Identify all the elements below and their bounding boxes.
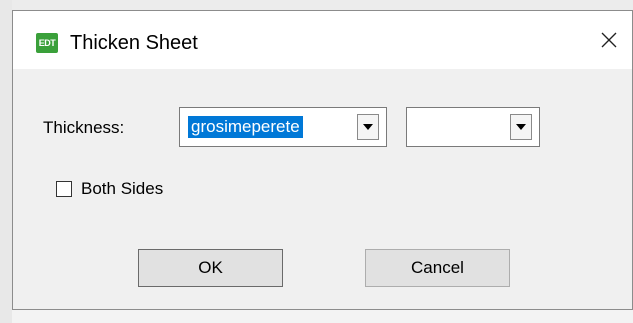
ok-button[interactable]: OK — [138, 249, 283, 287]
chevron-down-icon — [516, 124, 526, 130]
thickness-value[interactable]: grosimeperete — [188, 116, 303, 138]
close-button[interactable] — [586, 11, 632, 69]
dialog-title: Thicken Sheet — [70, 32, 198, 54]
thickness-combobox[interactable]: grosimeperete — [179, 107, 387, 147]
thicken-sheet-dialog: EDT Thicken Sheet Thickness: grosimepere… — [12, 10, 633, 310]
thickness-dropdown-button[interactable] — [357, 114, 379, 140]
both-sides-checkbox[interactable] — [56, 181, 72, 197]
close-icon — [601, 32, 617, 48]
title-bar[interactable]: EDT Thicken Sheet — [13, 11, 632, 69]
background-strip-left — [0, 0, 12, 323]
background-strip-top — [0, 0, 633, 10]
both-sides-label[interactable]: Both Sides — [81, 179, 163, 199]
chevron-down-icon — [363, 124, 373, 130]
cancel-button[interactable]: Cancel — [365, 249, 510, 287]
unit-dropdown-button[interactable] — [510, 114, 532, 140]
thickness-label: Thickness: — [43, 118, 125, 137]
unit-combobox[interactable] — [406, 107, 540, 147]
app-logo-icon: EDT — [36, 33, 58, 53]
